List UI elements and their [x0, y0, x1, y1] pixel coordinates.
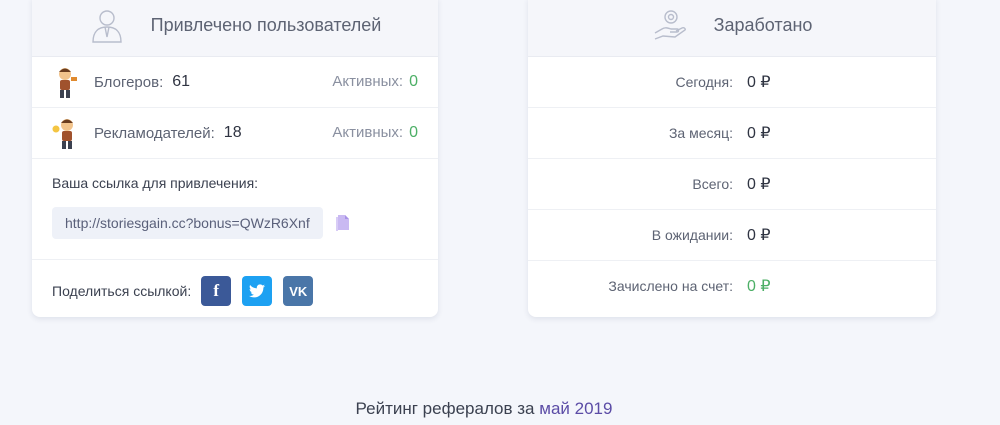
advertisers-active-count: 0 [409, 124, 418, 141]
referral-link-block: Ваша ссылка для привлечения: http://stor… [32, 159, 438, 260]
rating-month-link[interactable]: май 2019 [539, 399, 612, 418]
rating-prefix: Рейтинг рефералов за [355, 399, 535, 418]
earnings-total-row: Всего: 0 ₽ [528, 159, 936, 210]
user-tie-icon [89, 7, 125, 43]
earnings-pending-value: 0 ₽ [747, 227, 771, 244]
earnings-today-label: Сегодня: [675, 74, 733, 90]
referral-link-field[interactable]: http://storiesgain.cc?bonus=QWzR6Xnf [52, 207, 323, 239]
earnings-month-value: 0 ₽ [747, 125, 771, 142]
advertisers-row: Рекламодателей: 18 Активных: 0 [32, 108, 438, 159]
earnings-month-label: За месяц: [668, 125, 733, 141]
earnings-month-row: За месяц: 0 ₽ [528, 108, 936, 159]
advertiser-mascot-icon [52, 116, 80, 150]
referrals-header: Привлечено пользователей [32, 0, 438, 57]
advertisers-active: Активных: 0 [332, 124, 418, 142]
earnings-title: Заработано [713, 14, 813, 35]
bloggers-row: Блогеров: 61 Активных: 0 [32, 57, 438, 108]
copy-icon[interactable] [335, 214, 351, 232]
earnings-credited-value: 0 ₽ [747, 278, 771, 295]
earnings-today-value: 0 ₽ [747, 74, 771, 91]
earnings-pending-label: В ожидании: [651, 227, 733, 243]
facebook-icon: f [213, 281, 220, 300]
referrals-title: Привлечено пользователей [150, 14, 382, 35]
bloggers-active-label: Активных: [332, 73, 404, 90]
advertisers-label: Рекламодателей: [94, 124, 215, 142]
earnings-header: Заработано [528, 0, 936, 57]
earnings-credited-label: Зачислено на счет: [608, 278, 733, 294]
twitter-share-button[interactable] [242, 276, 273, 306]
blogger-mascot-icon [52, 65, 80, 99]
earnings-card: Заработано Сегодня: 0 ₽ За месяц: 0 ₽ Вс… [528, 0, 936, 317]
referrals-card: Привлечено пользователей Блогеров: 61 Ак… [32, 0, 438, 317]
advertisers-count: 18 [223, 124, 242, 141]
bloggers-count: 61 [172, 73, 191, 90]
vk-icon: VK [289, 283, 308, 299]
referral-rating-heading: Рейтинг рефералов за май 2019 [0, 399, 968, 419]
earnings-today-row: Сегодня: 0 ₽ [528, 57, 936, 108]
advertisers-active-label: Активных: [332, 124, 404, 141]
earnings-total-value: 0 ₽ [747, 176, 771, 193]
bloggers-label: Блогеров: [94, 73, 164, 91]
earnings-total-label: Всего: [692, 176, 733, 192]
hand-coin-icon [652, 7, 688, 43]
referral-link-caption: Ваша ссылка для привлечения: [52, 175, 259, 191]
facebook-share-button[interactable]: f [201, 276, 232, 306]
share-row: Поделиться ссылкой: f VK [32, 260, 438, 317]
bloggers-active-count: 0 [409, 73, 418, 90]
bloggers-active: Активных: 0 [332, 73, 418, 91]
twitter-icon [249, 284, 266, 298]
earnings-pending-row: В ожидании: 0 ₽ [528, 210, 936, 261]
share-caption: Поделиться ссылкой: [52, 283, 192, 299]
vk-share-button[interactable]: VK [283, 276, 314, 306]
earnings-credited-row: Зачислено на счет: 0 ₽ [528, 261, 936, 311]
